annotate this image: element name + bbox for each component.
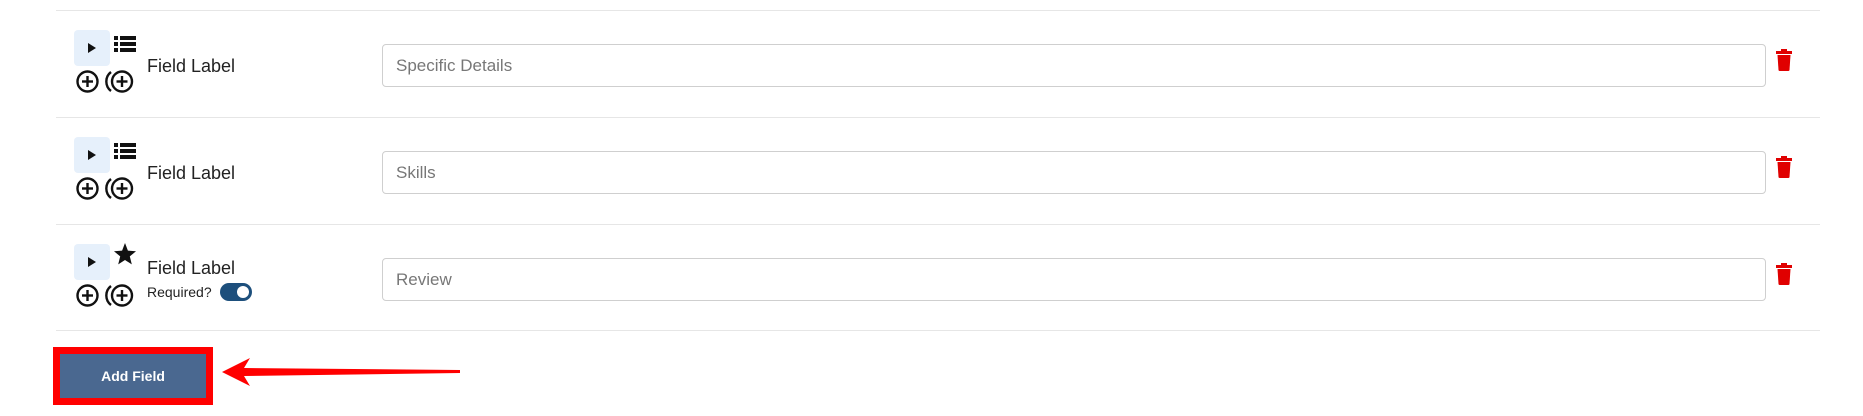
required-setting: Required? (147, 283, 252, 301)
caret-right-icon (88, 150, 96, 160)
star-icon (113, 242, 137, 271)
trash-icon[interactable] (1776, 156, 1792, 183)
field-row: Field Label (56, 117, 1820, 224)
expand-toggle-button[interactable] (74, 30, 110, 66)
list-icon (114, 142, 136, 165)
add-child-field-icon[interactable] (105, 284, 134, 312)
trash-icon[interactable] (1776, 263, 1792, 290)
add-child-field-icon[interactable] (105, 177, 134, 205)
add-field-icon[interactable] (76, 70, 99, 98)
field-label: Field Label (147, 163, 236, 183)
field-row: Field Label Required? (56, 224, 1820, 331)
field-rows: Field Label Field Label (56, 10, 1820, 331)
add-child-field-icon[interactable] (105, 70, 134, 98)
expand-toggle-button[interactable] (74, 137, 110, 173)
add-field-icon[interactable] (76, 284, 99, 312)
field-label: Field Label (147, 258, 236, 278)
add-field-button[interactable]: Add Field (60, 354, 206, 398)
field-value-input[interactable] (382, 258, 1766, 301)
required-label: Required? (147, 284, 212, 300)
field-label: Field Label (147, 56, 236, 76)
field-value-input[interactable] (382, 151, 1766, 194)
annotation-arrow-icon (222, 358, 460, 386)
caret-right-icon (88, 43, 96, 53)
add-field-icon[interactable] (76, 177, 99, 205)
list-icon (114, 35, 136, 58)
field-row: Field Label (56, 10, 1820, 117)
trash-icon[interactable] (1776, 49, 1792, 76)
expand-toggle-button[interactable] (74, 244, 110, 280)
required-toggle[interactable] (219, 283, 252, 301)
caret-right-icon (88, 257, 96, 267)
field-value-input[interactable] (382, 44, 1766, 87)
